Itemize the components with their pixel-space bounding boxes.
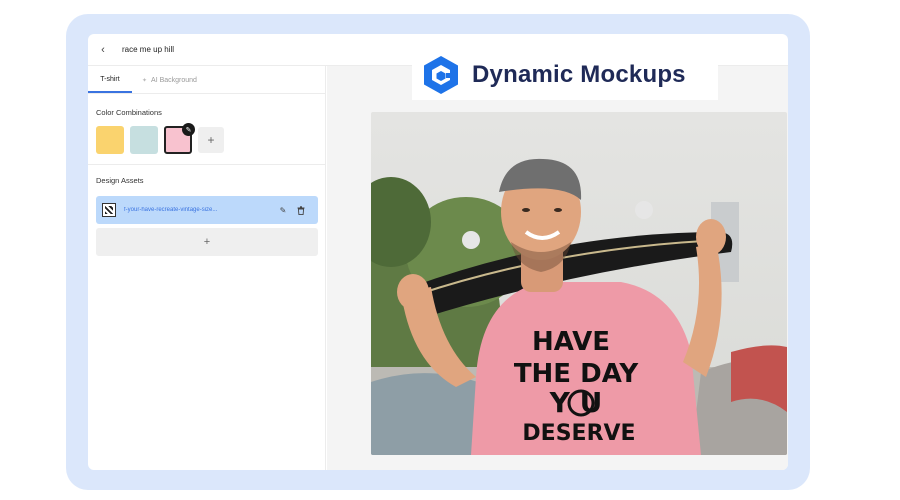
- pencil-icon[interactable]: ✎: [182, 123, 195, 136]
- dynamic-mockups-logo-icon: [424, 56, 458, 94]
- project-title: race me up hill: [122, 45, 175, 54]
- back-button[interactable]: ‹: [88, 34, 118, 66]
- sparkle-icon: ✦: [142, 77, 148, 84]
- design-assets-title: Design Assets: [96, 176, 144, 185]
- pencil-icon: ✎: [279, 205, 287, 215]
- color-swatches: ✎ +: [96, 123, 224, 154]
- sidebar: T-shirt ✦ AI Background Color Combinatio…: [88, 66, 326, 470]
- add-asset-button[interactable]: +: [96, 228, 318, 256]
- trash-icon: [297, 205, 305, 215]
- design-asset-item[interactable]: f-your-have-recreate-vintage-size... ✎: [96, 196, 318, 224]
- asset-name: f-your-have-recreate-vintage-size...: [124, 207, 218, 213]
- shirt-print-line-4: DESERVE: [522, 421, 635, 446]
- color-swatch-blue[interactable]: [130, 126, 158, 154]
- mockup-photo-art: HAVE THE DAY Y U DESERVE: [371, 112, 787, 455]
- logo-text: Dynamic Mockups: [472, 61, 686, 88]
- tab-bar: T-shirt ✦ AI Background: [88, 66, 325, 94]
- color-swatch-pink[interactable]: ✎: [164, 123, 195, 154]
- shirt-print-line-2: THE DAY: [514, 359, 640, 389]
- shirt-print-line-1: HAVE: [532, 327, 610, 357]
- chevron-left-icon: ‹: [101, 43, 105, 56]
- color-swatch-yellow[interactable]: [96, 126, 124, 154]
- tab-tshirt[interactable]: T-shirt: [88, 67, 132, 93]
- tab-ai-background[interactable]: ✦ AI Background: [142, 67, 197, 93]
- tab-ai-background-label: AI Background: [151, 76, 197, 84]
- color-combinations-title: Color Combinations: [96, 108, 162, 117]
- add-color-button[interactable]: +: [198, 127, 224, 153]
- edit-asset-button[interactable]: ✎: [274, 201, 292, 219]
- section-divider: [88, 164, 326, 165]
- plus-icon: +: [207, 133, 215, 147]
- asset-thumbnail: [102, 203, 116, 217]
- mockup-photo: HAVE THE DAY Y U DESERVE: [371, 112, 787, 455]
- delete-asset-button[interactable]: [292, 201, 310, 219]
- plus-icon: +: [203, 236, 211, 248]
- brand-logo: Dynamic Mockups: [412, 50, 718, 100]
